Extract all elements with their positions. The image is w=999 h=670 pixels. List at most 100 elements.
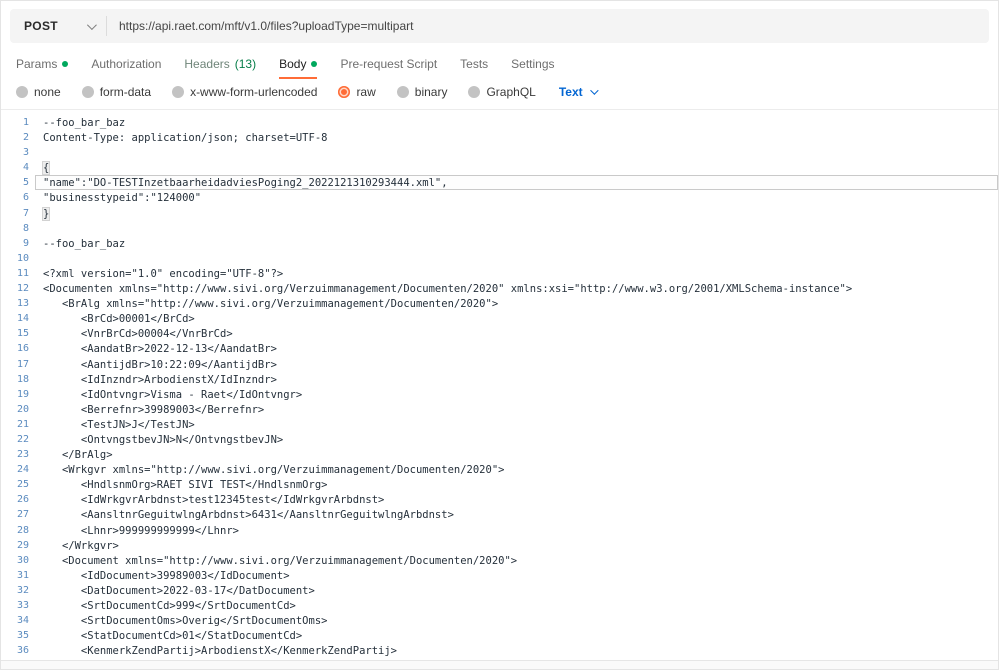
code-line[interactable]: 11<?xml version="1.0" encoding="UTF-8"?> xyxy=(1,266,998,281)
code-text xyxy=(35,145,998,160)
tab-settings[interactable]: Settings xyxy=(511,57,554,79)
radio-label: x-www-form-urlencoded xyxy=(190,85,317,99)
radio-label: raw xyxy=(356,85,375,99)
code-line[interactable]: 35 <StatDocumentCd>01</StatDocumentCd> xyxy=(1,628,998,643)
raw-body-editor[interactable]: 1--foo_bar_baz2Content-Type: application… xyxy=(1,110,998,660)
code-text: </Wrkgvr> xyxy=(35,538,998,553)
code-line[interactable]: 10 xyxy=(1,251,998,266)
code-text: <KenmerkZendPartij>ArbodienstX</KenmerkZ… xyxy=(35,643,998,658)
bracket-highlight: { xyxy=(43,162,49,174)
code-text: <IdWrkgvrArbdnst>test12345test</IdWrkgvr… xyxy=(35,492,998,507)
tab-label: Authorization xyxy=(91,57,161,71)
code-line[interactable]: 2Content-Type: application/json; charset… xyxy=(1,130,998,145)
code-line[interactable]: 15 <VnrBrCd>00004</VnrBrCd> xyxy=(1,326,998,341)
code-line[interactable]: 29 </Wrkgvr> xyxy=(1,538,998,553)
code-line[interactable]: 9--foo_bar_baz xyxy=(1,236,998,251)
body-type-x-www-form-urlencoded[interactable]: x-www-form-urlencoded xyxy=(172,85,317,99)
request-bar-container: POST xyxy=(1,1,998,43)
url-input[interactable] xyxy=(107,9,989,43)
code-line[interactable]: 32 <DatDocument>2022-03-17</DatDocument> xyxy=(1,583,998,598)
body-type-row: none form-data x-www-form-urlencoded raw bin… xyxy=(1,79,998,109)
body-type-none[interactable]: none xyxy=(16,85,61,99)
code-line[interactable]: 5"name":"DO-TESTInzetbaarheidadviesPogin… xyxy=(1,175,998,190)
code-line[interactable]: 20 <Berrefnr>39989003</Berrefnr> xyxy=(1,402,998,417)
code-line[interactable]: 16 <AandatBr>2022-12-13</AandatBr> xyxy=(1,341,998,356)
code-line[interactable]: 25 <HndlsnmOrg>RAET SIVI TEST</HndlsnmOr… xyxy=(1,477,998,492)
code-line[interactable]: 34 <SrtDocumentOms>Overig</SrtDocumentOm… xyxy=(1,613,998,628)
code-line[interactable]: 8 xyxy=(1,221,998,236)
code-text: <OntvngstbevJN>N</OntvngstbevJN> xyxy=(35,432,998,447)
body-type-graphql[interactable]: GraphQL xyxy=(468,85,535,99)
tab-headers[interactable]: Headers(13) xyxy=(184,57,256,79)
code-line[interactable]: 18 <IdInzndr>ArbodienstX/IdInzndr> xyxy=(1,372,998,387)
code-line[interactable]: 22 <OntvngstbevJN>N</OntvngstbevJN> xyxy=(1,432,998,447)
method-dropdown[interactable]: POST xyxy=(10,9,106,43)
code-line[interactable]: 1--foo_bar_baz xyxy=(1,115,998,130)
line-number: 28 xyxy=(1,523,35,538)
code-line[interactable]: 4{ xyxy=(1,160,998,175)
chevron-down-icon xyxy=(590,86,598,94)
radio-label: GraphQL xyxy=(486,85,535,99)
code-text: --foo_bar_baz xyxy=(35,115,998,130)
line-number: 1 xyxy=(1,115,35,130)
line-number: 4 xyxy=(1,160,35,175)
code-text: <Document xmlns="http://www.sivi.org/Ver… xyxy=(35,553,998,568)
code-text: "businesstypeid":"124000" xyxy=(35,190,998,205)
code-text: <HndlsnmOrg>RAET SIVI TEST</HndlsnmOrg> xyxy=(35,477,998,492)
code-text: --foo_bar_baz xyxy=(35,236,998,251)
line-number: 27 xyxy=(1,507,35,522)
code-line[interactable]: 13 <BrAlg xmlns="http://www.sivi.org/Ver… xyxy=(1,296,998,311)
body-type-form-data[interactable]: form-data xyxy=(82,85,151,99)
code-text: <SrtDocumentOms>Overig</SrtDocumentOms> xyxy=(35,613,998,628)
code-line[interactable]: 30 <Document xmlns="http://www.sivi.org/… xyxy=(1,553,998,568)
radio-icon xyxy=(397,86,409,98)
language-value: Text xyxy=(559,85,583,99)
code-line[interactable]: 27 <AansltnrGeguitwlngArbdnst>6431</Aans… xyxy=(1,507,998,522)
body-type-binary[interactable]: binary xyxy=(397,85,448,99)
code-text xyxy=(35,251,998,266)
code-line[interactable]: 36 <KenmerkZendPartij>ArbodienstX</Kenme… xyxy=(1,643,998,658)
code-line[interactable]: 33 <SrtDocumentCd>999</SrtDocumentCd> xyxy=(1,598,998,613)
code-line[interactable]: 17 <AantijdBr>10:22:09</AantijdBr> xyxy=(1,357,998,372)
editor-footer xyxy=(1,660,998,669)
bracket-highlight: } xyxy=(43,208,49,220)
tab-params[interactable]: Params xyxy=(16,57,68,79)
line-number: 29 xyxy=(1,538,35,553)
line-number: 11 xyxy=(1,266,35,281)
language-dropdown[interactable]: Text xyxy=(559,85,596,99)
tab-label: Params xyxy=(16,57,57,71)
tab-tests[interactable]: Tests xyxy=(460,57,488,79)
tab-pre-request-script[interactable]: Pre-request Script xyxy=(340,57,437,79)
code-line[interactable]: 7} xyxy=(1,206,998,221)
code-line[interactable]: 26 <IdWrkgvrArbdnst>test12345test</IdWrk… xyxy=(1,492,998,507)
method-label: POST xyxy=(24,19,58,33)
code-line[interactable]: 31 <IdDocument>39989003</IdDocument> xyxy=(1,568,998,583)
radio-label: none xyxy=(34,85,61,99)
code-line[interactable]: 23 </BrAlg> xyxy=(1,447,998,462)
line-number: 20 xyxy=(1,402,35,417)
green-dot-icon xyxy=(311,61,317,67)
code-line[interactable]: 12<Documenten xmlns="http://www.sivi.org… xyxy=(1,281,998,296)
body-type-raw[interactable]: raw xyxy=(338,85,375,99)
code-line[interactable]: 24 <Wrkgvr xmlns="http://www.sivi.org/Ve… xyxy=(1,462,998,477)
code-text: <SrtDocumentCd>999</SrtDocumentCd> xyxy=(35,598,998,613)
line-number: 12 xyxy=(1,281,35,296)
code-text: <DatDocument>2022-03-17</DatDocument> xyxy=(35,583,998,598)
code-line[interactable]: 3 xyxy=(1,145,998,160)
code-text: <IdInzndr>ArbodienstX/IdInzndr> xyxy=(35,372,998,387)
tab-body[interactable]: Body xyxy=(279,57,317,79)
code-text: <Lhnr>999999999999</Lhnr> xyxy=(35,523,998,538)
line-number: 24 xyxy=(1,462,35,477)
tab-authorization[interactable]: Authorization xyxy=(91,57,161,79)
code-line[interactable]: 14 <BrCd>00001</BrCd> xyxy=(1,311,998,326)
code-line[interactable]: 21 <TestJN>J</TestJN> xyxy=(1,417,998,432)
code-text: } xyxy=(35,206,998,221)
code-line[interactable]: 6"businesstypeid":"124000" xyxy=(1,190,998,205)
code-line[interactable]: 28 <Lhnr>999999999999</Lhnr> xyxy=(1,523,998,538)
code-text xyxy=(35,221,998,236)
code-line[interactable]: 19 <IdOntvngr>Visma - Raet</IdOntvngr> xyxy=(1,387,998,402)
line-number: 15 xyxy=(1,326,35,341)
request-tabs: Params Authorization Headers(13) Body Pre-re… xyxy=(1,43,998,79)
radio-icon xyxy=(16,86,28,98)
line-number: 5 xyxy=(1,175,35,190)
